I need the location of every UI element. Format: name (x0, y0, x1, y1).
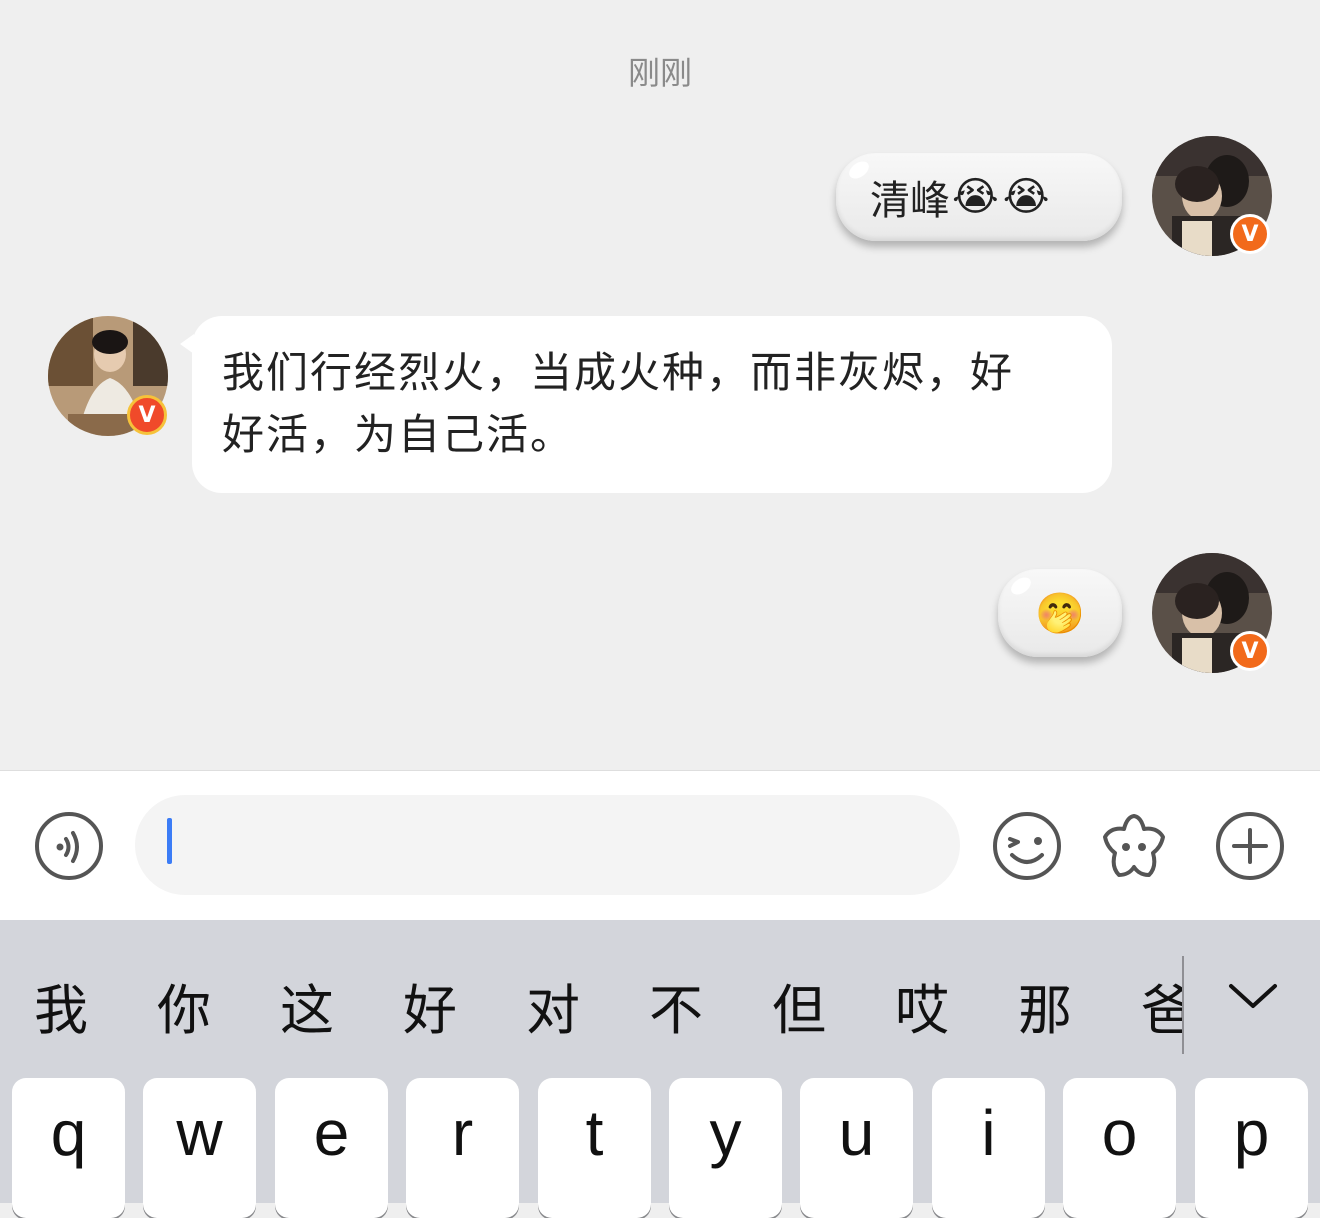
key-u[interactable]: u (800, 1078, 913, 1218)
message-text-line: 好活，为自己活。 (222, 410, 575, 459)
verified-badge: V (127, 395, 167, 435)
plus-button[interactable] (1215, 811, 1285, 881)
message-text-line: 我们行经烈火，当成火种，而非灰烬，好 (222, 348, 1015, 397)
candidate-word[interactable]: 不 (649, 966, 703, 1045)
voice-icon (35, 812, 103, 880)
key-q[interactable]: q (12, 1078, 125, 1218)
keyboard: 我 你 这 好 对 不 但 哎 那 爸 q w e r t y u i o p (0, 920, 1320, 1218)
key-t[interactable]: t (538, 1078, 651, 1218)
key-p[interactable]: p (1195, 1078, 1308, 1218)
verified-badge: V (1230, 214, 1270, 254)
message-text: 清峰 (870, 178, 950, 224)
key-o[interactable]: o (1063, 1078, 1176, 1218)
incoming-message-bubble[interactable]: 我们行经烈火，当成火种，而非灰烬，好 好活，为自己活。 (180, 316, 1112, 493)
verified-badge: V (1230, 631, 1270, 671)
message-input-bar (0, 770, 1320, 920)
candidate-word[interactable]: 爸 (1141, 966, 1183, 1045)
candidate-word[interactable]: 你 (157, 966, 211, 1045)
emoji-button[interactable] (992, 811, 1062, 881)
sticker-icon (1103, 814, 1165, 877)
chevron-down-icon[interactable] (1225, 976, 1281, 1016)
crying-emoji: 😭 (952, 174, 999, 220)
candidate-word[interactable]: 好 (403, 966, 457, 1045)
chat-area: 刚刚 清峰 😭 😭 V V 我们行经烈火，当成火种，而非灰烬，好 好活，为自己活… (0, 0, 1320, 770)
candidate-word[interactable]: 哎 (895, 966, 949, 1045)
key-r[interactable]: r (406, 1078, 519, 1218)
message-input[interactable] (135, 795, 960, 895)
bubble-shine (1007, 573, 1035, 599)
outgoing-message-bubble[interactable]: 清峰 😭 😭 (836, 153, 1122, 241)
voice-button[interactable] (34, 811, 104, 881)
plus-icon (1216, 812, 1284, 880)
bubble-shine (845, 157, 873, 183)
message-timestamp: 刚刚 (627, 54, 692, 92)
key-i[interactable]: i (932, 1078, 1045, 1218)
candidate-word[interactable]: 对 (526, 966, 580, 1045)
sticker-button[interactable] (1099, 811, 1169, 881)
candidate-word[interactable]: 但 (772, 966, 826, 1045)
outgoing-message-bubble[interactable]: 🤭 (998, 569, 1122, 657)
candidate-word[interactable]: 我 (34, 966, 88, 1045)
key-w[interactable]: w (143, 1078, 256, 1218)
candidate-divider (1182, 956, 1184, 1054)
candidate-word[interactable]: 这 (280, 966, 334, 1045)
key-e[interactable]: e (275, 1078, 388, 1218)
hand-over-mouth-emoji: 🤭 (1035, 590, 1085, 637)
text-cursor (167, 818, 172, 864)
candidate-word[interactable]: 那 (1018, 966, 1072, 1045)
candidate-bar: 我 你 这 好 对 不 但 哎 那 爸 (0, 920, 1320, 1078)
emoji-icon (993, 812, 1061, 880)
key-y[interactable]: y (669, 1078, 782, 1218)
crying-emoji: 😭 (1002, 174, 1050, 220)
